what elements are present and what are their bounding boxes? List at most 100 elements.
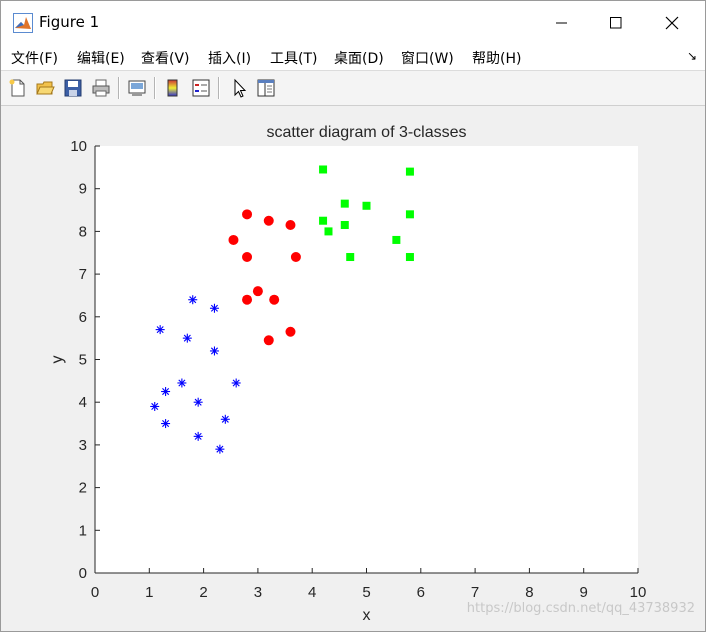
print-preview-button[interactable] xyxy=(125,76,149,100)
data-point-square xyxy=(319,165,328,174)
y-tick-label: 7 xyxy=(79,266,87,283)
data-point-circle xyxy=(242,252,253,263)
y-tick-label: 9 xyxy=(79,181,87,198)
x-tick-label: 3 xyxy=(254,584,262,601)
x-tick-label: 8 xyxy=(525,584,533,601)
print-icon xyxy=(92,79,110,97)
watermark: https://blog.csdn.net/qq_43738932 xyxy=(466,601,695,616)
data-point-circle xyxy=(242,209,253,220)
x-tick-label: 1 xyxy=(145,584,153,601)
new-figure-icon xyxy=(9,79,25,97)
data-point-asterisk xyxy=(150,401,160,411)
close-button[interactable] xyxy=(647,1,697,44)
select-pointer-icon xyxy=(234,78,247,98)
data-point-circle xyxy=(290,252,301,263)
y-tick-label: 8 xyxy=(79,223,87,240)
toolbar-separator xyxy=(118,77,120,99)
data-point-asterisk xyxy=(220,414,230,424)
menu-desktop[interactable]: 桌面(D) xyxy=(334,48,384,68)
data-point-asterisk xyxy=(161,387,171,397)
menu-bar: 文件(F) 编辑(E) 查看(V) 插入(I) 工具(T) 桌面(D) 窗口(W… xyxy=(1,44,705,71)
insert-legend-button[interactable] xyxy=(189,76,213,100)
data-point-square xyxy=(324,227,333,236)
data-point-circle xyxy=(242,294,253,305)
y-tick-label: 5 xyxy=(79,352,87,369)
menu-edit[interactable]: 编辑(E) xyxy=(77,48,125,68)
menu-window[interactable]: 窗口(W) xyxy=(401,48,454,68)
data-point-square xyxy=(405,253,414,262)
print-button[interactable] xyxy=(89,76,113,100)
print-preview-icon xyxy=(128,80,146,96)
insert-legend-icon xyxy=(192,79,210,97)
menu-tools[interactable]: 工具(T) xyxy=(270,48,317,68)
insert-colorbar-icon xyxy=(167,79,178,97)
maximize-icon xyxy=(610,16,622,28)
save-icon xyxy=(64,79,82,97)
menu-file[interactable]: 文件(F) xyxy=(11,48,58,68)
data-point-circle xyxy=(228,234,239,245)
y-tick-label: 6 xyxy=(79,309,87,326)
insert-colorbar-button[interactable] xyxy=(161,76,185,100)
y-tick-label: 3 xyxy=(79,437,87,454)
data-point-asterisk xyxy=(231,378,241,388)
toolbar-separator xyxy=(154,77,156,99)
select-pointer-button[interactable] xyxy=(227,76,251,100)
maximize-button[interactable] xyxy=(591,1,641,44)
data-point-circle xyxy=(285,326,296,337)
data-point-circle xyxy=(252,286,263,297)
data-point-square xyxy=(340,199,349,208)
figure-canvas: scatter diagram of 3-classes x y 0 1 2 3 4 5 6… xyxy=(1,106,705,631)
x-tick-label: 5 xyxy=(362,584,370,601)
data-point-asterisk xyxy=(209,303,219,313)
minimize-icon xyxy=(556,22,567,23)
data-point-asterisk xyxy=(193,397,203,407)
axes-background xyxy=(95,146,638,573)
data-point-circle xyxy=(285,219,296,230)
scatter-chart[interactable]: scatter diagram of 3-classes x y 0 1 2 3 4 5 6… xyxy=(1,106,705,631)
data-point-square xyxy=(346,253,355,262)
x-tick-label: 0 xyxy=(91,584,99,601)
y-tick-label: 0 xyxy=(79,565,87,582)
y-tick-label: 10 xyxy=(70,138,87,155)
y-tick-label: 4 xyxy=(79,394,87,411)
x-tick-label: 6 xyxy=(417,584,425,601)
open-file-icon xyxy=(36,81,55,95)
window-title: Figure 1 xyxy=(39,13,100,31)
data-point-circle xyxy=(269,294,280,305)
matlab-logo-icon xyxy=(13,13,33,33)
minimize-button[interactable] xyxy=(537,1,587,44)
y-tick-label: 2 xyxy=(79,480,87,497)
x-tick-label: 7 xyxy=(471,584,479,601)
data-point-square xyxy=(319,216,328,225)
figure-toolbar xyxy=(1,71,705,106)
menu-dock-arrow-icon[interactable]: ↘ xyxy=(687,49,697,63)
data-point-asterisk xyxy=(177,378,187,388)
toolbar-separator xyxy=(218,77,220,99)
x-tick-label: 4 xyxy=(308,584,316,601)
menu-insert[interactable]: 插入(I) xyxy=(208,48,251,68)
x-tick-label: 2 xyxy=(199,584,207,601)
title-bar: Figure 1 xyxy=(1,1,705,44)
data-point-circle xyxy=(263,215,274,226)
open-file-button[interactable] xyxy=(33,76,57,100)
save-button[interactable] xyxy=(61,76,85,100)
data-point-square xyxy=(405,210,414,219)
new-figure-button[interactable] xyxy=(6,76,30,100)
chart-title: scatter diagram of 3-classes xyxy=(266,124,466,141)
y-tick-label: 1 xyxy=(79,522,87,539)
data-point-circle xyxy=(263,335,274,346)
x-axis-label: x xyxy=(363,607,371,624)
data-point-asterisk xyxy=(193,431,203,441)
data-point-asterisk xyxy=(188,295,198,305)
menu-view[interactable]: 查看(V) xyxy=(141,48,190,68)
data-point-asterisk xyxy=(215,444,225,454)
close-icon xyxy=(665,16,679,29)
data-point-asterisk xyxy=(161,419,171,429)
property-editor-button[interactable] xyxy=(254,76,278,100)
data-point-square xyxy=(340,220,349,229)
figure-window: Figure 1 文件(F) 编辑(E) 查看(V) 插入(I) 工具(T) 桌… xyxy=(0,0,706,632)
menu-help[interactable]: 帮助(H) xyxy=(472,48,521,68)
data-point-square xyxy=(362,201,371,210)
property-editor-icon xyxy=(257,79,275,97)
data-point-square xyxy=(405,167,414,176)
